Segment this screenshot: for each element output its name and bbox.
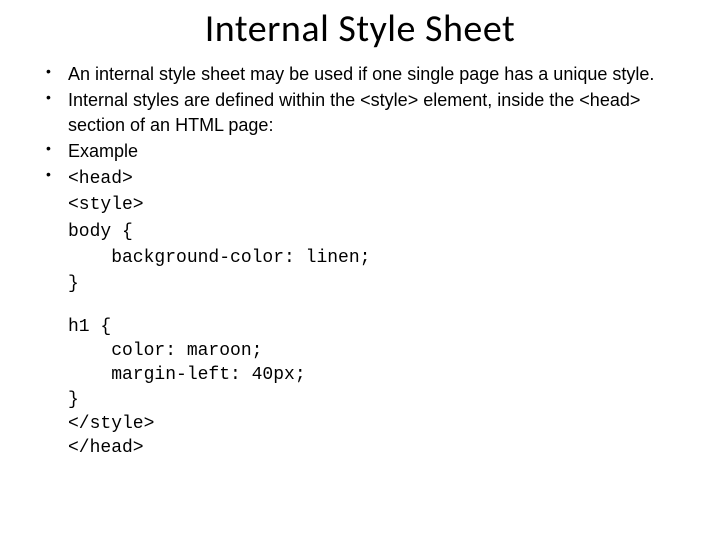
list-item: An internal style sheet may be used if o… [68,62,680,86]
list-item: Example [68,139,680,163]
list-item: Internal styles are defined within the <… [68,88,680,137]
slide-title: Internal Style Sheet [40,6,680,52]
list-item: <head> <style> body { background-color: … [68,165,680,296]
code-snippet-h1-block: h1 { color: maroon; margin-left: 40px; }… [68,315,680,461]
code-snippet-head-open: <head> <style> body { background-color: … [68,169,370,294]
bullet-list: An internal style sheet may be used if o… [40,62,680,297]
